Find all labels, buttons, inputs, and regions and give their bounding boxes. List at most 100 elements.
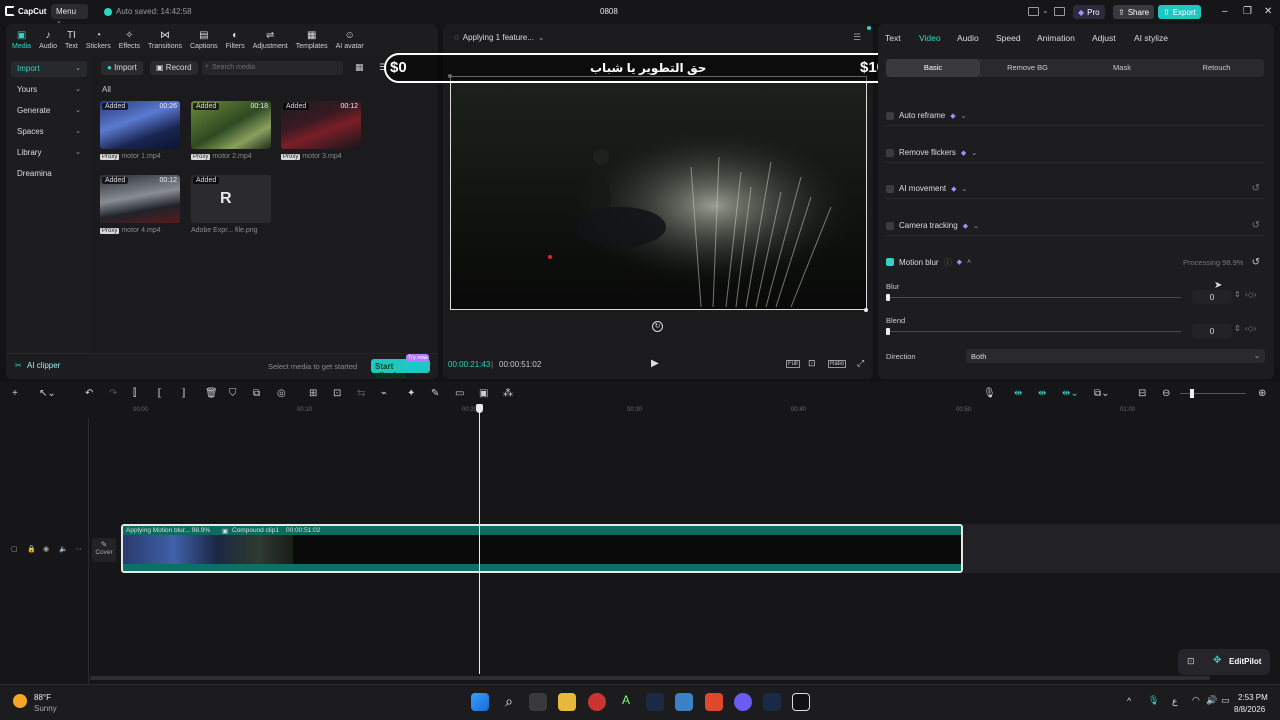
select-tool-icon[interactable]: ↖⌄ xyxy=(39,388,56,399)
battery-icon[interactable]: ▭ xyxy=(1221,695,1230,706)
task-view-icon[interactable] xyxy=(529,693,547,711)
speed-icon[interactable]: ⌁ xyxy=(381,388,387,399)
feature-checkbox[interactable] xyxy=(886,148,894,157)
subtab-retouch[interactable]: Retouch xyxy=(1170,59,1264,77)
sidenav-item-dreamina[interactable]: Dreamina xyxy=(11,166,87,182)
tool-tab-adjustment[interactable]: ⇌ Adjustment xyxy=(250,24,291,50)
full-button[interactable]: Full xyxy=(786,360,800,368)
zoom-slider[interactable] xyxy=(1180,389,1246,398)
caption-icon[interactable]: ⊟ xyxy=(1138,388,1146,399)
chevron-down-icon[interactable]: ⌄ xyxy=(961,112,967,120)
record-button[interactable]: ▣ Record xyxy=(150,61,198,75)
link-main-icon[interactable]: ⇹ xyxy=(1014,388,1022,399)
reverse-icon[interactable]: ⇆ xyxy=(357,388,365,399)
sidenav-item-spaces[interactable]: Spaces ⌄ xyxy=(11,124,87,140)
language-indicator[interactable]: ع xyxy=(1172,696,1177,707)
speaker-icon[interactable]: 🔈 xyxy=(59,545,68,553)
zoom-in-icon[interactable]: ⊕ xyxy=(1258,388,1266,399)
delete-icon[interactable]: 🗑 xyxy=(205,388,218,399)
feature-checkbox[interactable] xyxy=(886,184,894,193)
blur-slider[interactable] xyxy=(886,294,1181,301)
tool-tab-text[interactable]: TI Text xyxy=(62,24,81,50)
chevron-down-icon[interactable]: ⌄ xyxy=(973,222,979,230)
info-icon[interactable]: ⓘ xyxy=(944,257,952,268)
tool-tab-transitions[interactable]: ⋈ Transitions xyxy=(145,24,185,50)
video-preview[interactable] xyxy=(450,76,867,310)
media-thumbnail[interactable]: Added R xyxy=(191,175,271,223)
split-left-icon[interactable]: ⟦ xyxy=(157,388,162,399)
editpilot-widget[interactable]: ⊡ ✥ EditPilot xyxy=(1178,649,1270,675)
props-tab-ai-stylize[interactable]: AI stylize xyxy=(1134,33,1168,43)
project-name[interactable]: 0808 xyxy=(600,7,618,16)
reset-icon[interactable]: ↺ xyxy=(1252,183,1260,194)
blur-slider-knob[interactable] xyxy=(886,294,890,301)
tool-tab-templates[interactable]: ▦ Templates xyxy=(293,24,331,50)
split-icon[interactable]: ⫿ xyxy=(133,388,136,399)
props-tab-audio[interactable]: Audio xyxy=(957,33,979,43)
thumbnail-icon[interactable]: ▣ xyxy=(479,388,488,399)
tool-tab-effects[interactable]: ✧ Effects xyxy=(116,24,143,50)
ratio-button[interactable]: Ratio xyxy=(828,360,847,368)
brave-icon[interactable] xyxy=(705,693,723,711)
mirror-icon[interactable]: ⊞ xyxy=(309,388,317,399)
subtitles-icon[interactable]: ▭ xyxy=(455,388,464,399)
feature-checkbox[interactable] xyxy=(886,111,894,120)
split-right-icon[interactable]: ⟧ xyxy=(181,388,186,399)
props-tab-animation[interactable]: Animation xyxy=(1037,33,1075,43)
audio-wave-icon[interactable]: ⁂ xyxy=(503,388,513,399)
capcut-taskbar-icon[interactable] xyxy=(792,693,810,711)
export-button[interactable]: ⇧ Export xyxy=(1158,5,1201,19)
feature-camera-tracking[interactable]: Camera tracking ◆ ⌄ ↺ xyxy=(886,216,1264,236)
compound-clip[interactable]: Applying Motion blur... 98.9% ▣ Compound… xyxy=(121,524,963,573)
props-tab-video[interactable]: Video xyxy=(919,33,941,43)
steam-2-icon[interactable] xyxy=(763,693,781,711)
chrome-icon[interactable] xyxy=(588,693,606,711)
timeline[interactable]: 00:00 00:10 00:20 00:30 00:40 00:50 01:00 ▢ 🔒 … xyxy=(0,404,1280,684)
feature-ai-movement[interactable]: AI movement ◆ ⌄ ↺ xyxy=(886,179,1264,199)
reset-icon[interactable]: ↺ xyxy=(1252,220,1260,231)
share-button[interactable]: ⇪ Share xyxy=(1113,5,1155,19)
clock-time[interactable]: 2:53 PM xyxy=(1238,693,1268,702)
clock-date[interactable]: 8/8/2026 xyxy=(1234,705,1265,714)
fullscreen-icon[interactable]: ⤢ xyxy=(857,358,864,369)
fit-icon[interactable]: ⊡ xyxy=(808,358,816,369)
preview-axis-icon[interactable]: ⧉⌄ xyxy=(1094,388,1110,399)
sidenav-item-generate[interactable]: Generate ⌄ xyxy=(11,103,87,119)
discord-icon[interactable] xyxy=(734,693,752,711)
filter-all[interactable]: All xyxy=(102,85,111,94)
zoom-out-icon[interactable]: ⊖ xyxy=(1162,388,1170,399)
direction-select[interactable]: Both ⌄ xyxy=(966,349,1265,363)
tray-mic-icon[interactable]: 🎙 xyxy=(1148,695,1159,706)
props-tab-text[interactable]: Text xyxy=(885,33,901,43)
blend-slider[interactable] xyxy=(886,328,1181,335)
crop-icon[interactable]: ⧉ xyxy=(253,388,260,399)
tool-tab-captions[interactable]: ▤ Captions xyxy=(187,24,221,50)
cover-button[interactable]: ✎ Cover xyxy=(92,538,116,562)
eye-icon[interactable]: ◉ xyxy=(43,545,49,553)
blend-keyframe-icon[interactable]: ‹◇› xyxy=(1245,324,1256,333)
tray-chevron-icon[interactable]: ^ xyxy=(1127,696,1131,706)
chevron-up-icon[interactable]: ˄ xyxy=(967,259,971,266)
crop-handle-icon[interactable] xyxy=(864,308,868,312)
minimize-icon[interactable]: – xyxy=(1222,6,1228,17)
add-track-icon[interactable]: + xyxy=(12,388,18,399)
chevron-down-icon[interactable]: ⌄ xyxy=(962,185,968,193)
track-checkbox-icon[interactable]: ▢ xyxy=(11,545,18,553)
blur-stepper-icon[interactable]: ⇕ xyxy=(1234,290,1241,299)
maximize-icon[interactable]: ❐ xyxy=(1243,6,1252,17)
grid-view-icon[interactable]: ▦ xyxy=(355,62,364,73)
props-tab-speed[interactable]: Speed xyxy=(996,33,1021,43)
feature-remove-flickers[interactable]: Remove flickers ◆ ⌄ xyxy=(886,143,1264,163)
volume-icon[interactable]: 🔊 xyxy=(1206,695,1217,706)
subtab-remove-bg[interactable]: Remove BG xyxy=(981,59,1075,77)
blur-keyframe-icon[interactable]: ‹◇› xyxy=(1245,290,1256,299)
props-tab-adjust[interactable]: Adjust xyxy=(1092,33,1116,43)
media-thumbnail[interactable]: Added 00:26 xyxy=(100,101,180,149)
store-icon[interactable] xyxy=(675,693,693,711)
magnet-icon[interactable]: ⇹ xyxy=(1038,388,1046,399)
menu-button[interactable]: Menu ⌄ xyxy=(51,4,88,25)
sidenav-item-import[interactable]: Import ⌄ xyxy=(11,61,87,77)
search-icon[interactable]: ⌕ xyxy=(500,693,518,711)
zoom-slider-knob[interactable] xyxy=(1190,389,1194,398)
tool-tab-ai-avatar[interactable]: ☺ AI avatar xyxy=(333,24,367,50)
